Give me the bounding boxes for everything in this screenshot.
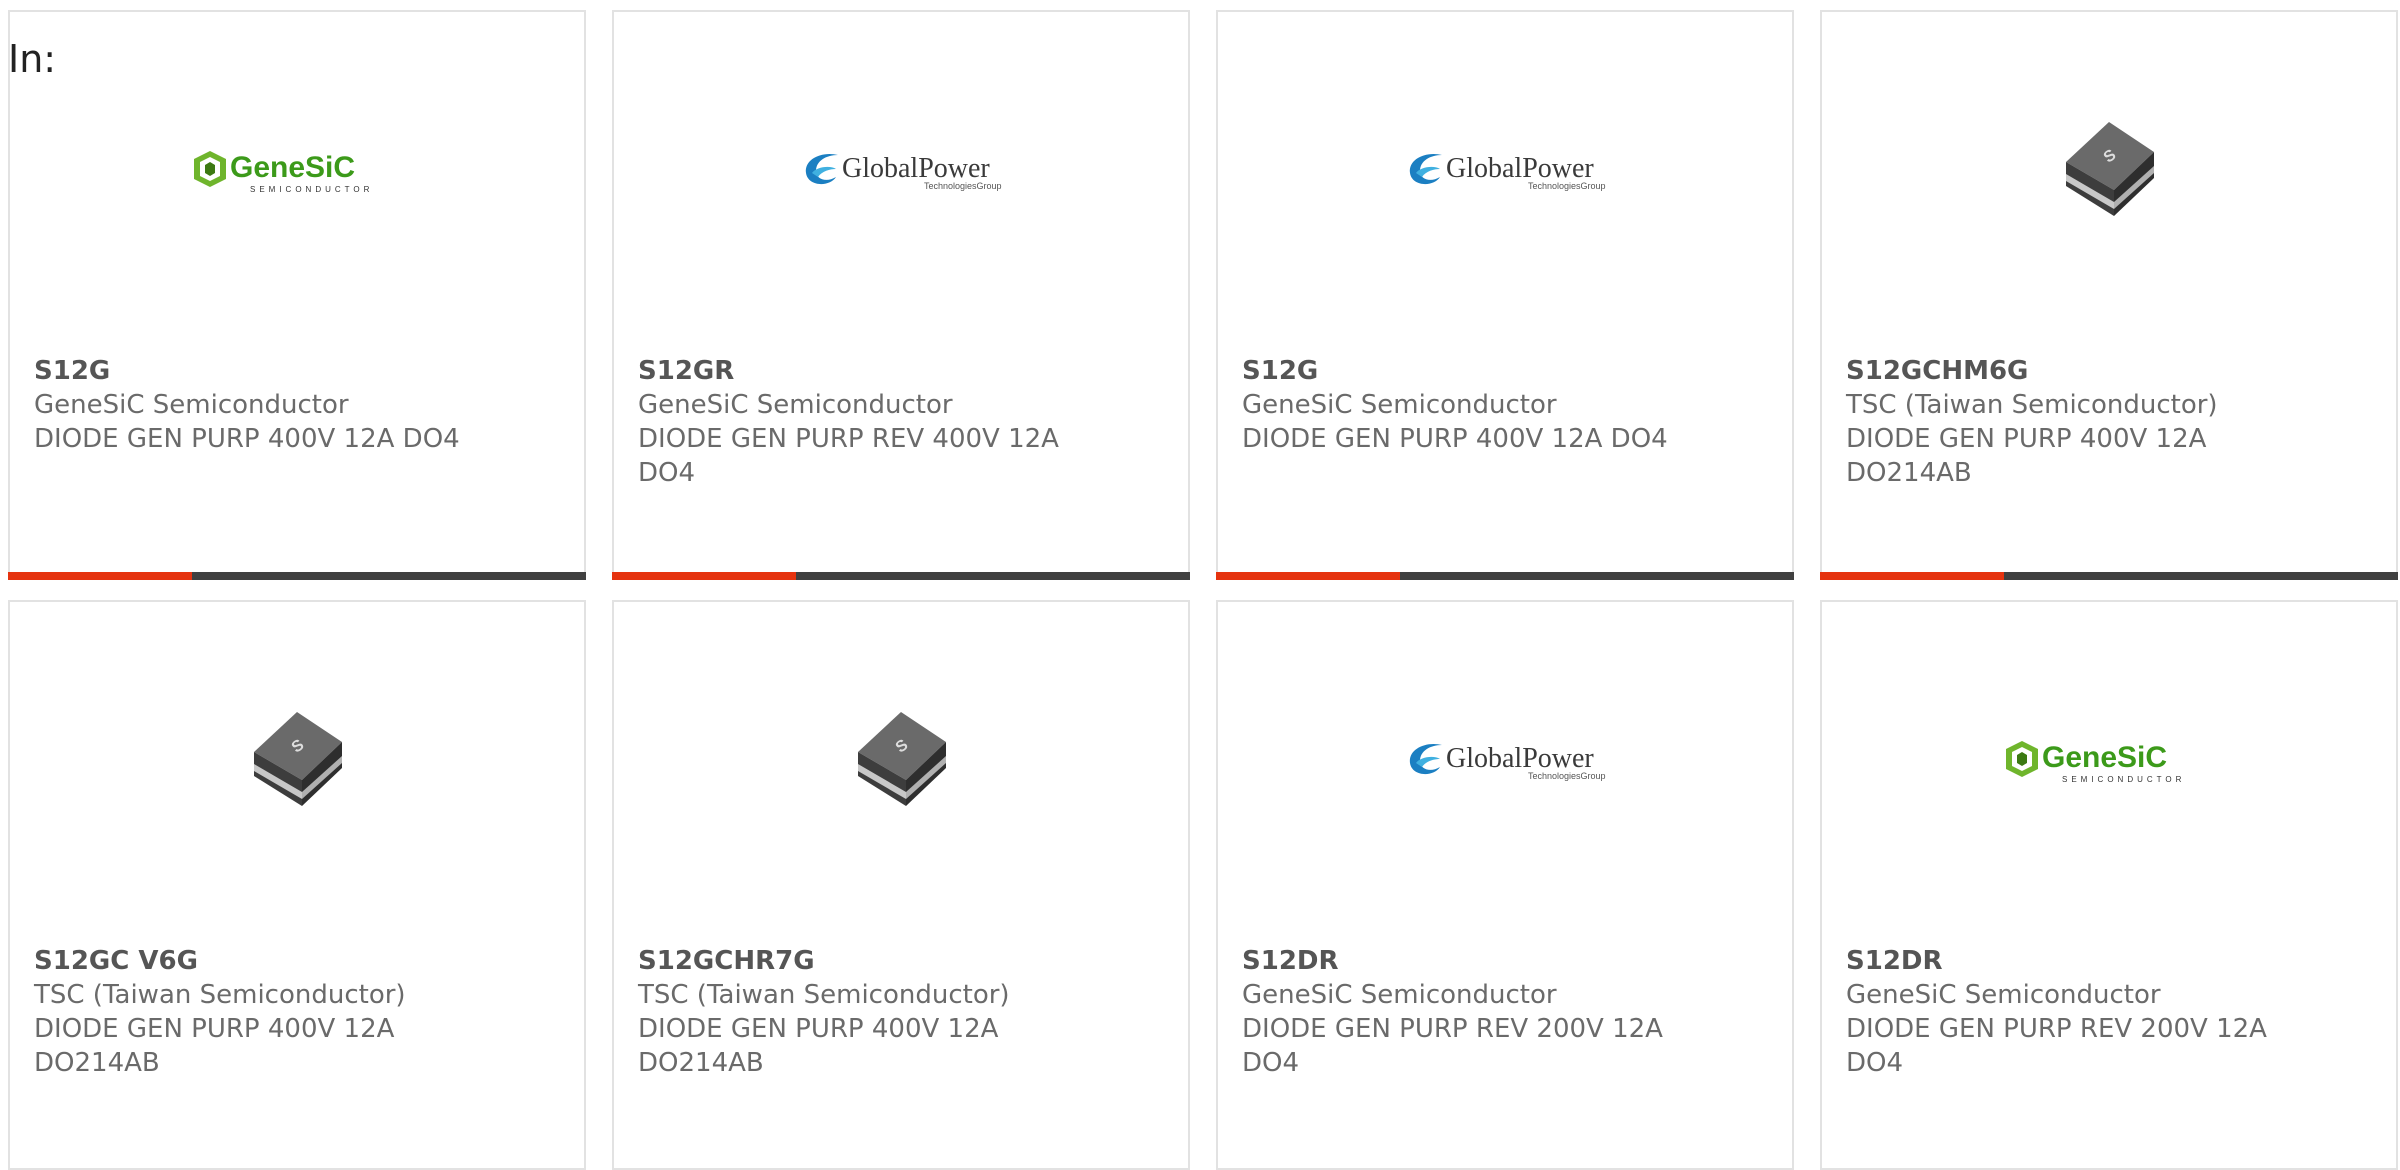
- product-image[interactable]: GeneSiC SEMICONDUCTOR: [10, 112, 584, 232]
- svg-text:GlobalPower: GlobalPower: [1446, 153, 1594, 184]
- diode-package-icon: S: [254, 712, 342, 806]
- product-description: DIODE GEN PURP 400V 12A DO214AB: [638, 1014, 999, 1078]
- manufacturer-name: TSC (Taiwan Semiconductor): [1846, 390, 2218, 420]
- card-accent-bar: [1216, 572, 1400, 580]
- svg-text:GeneSiC: GeneSiC: [230, 151, 355, 184]
- product-image[interactable]: S: [1822, 112, 2396, 232]
- svg-text:GeneSiC: GeneSiC: [2042, 741, 2167, 774]
- manufacturer-name: GeneSiC Semiconductor: [1242, 980, 1557, 1010]
- product-image[interactable]: GlobalPower TechnologiesGroup: [614, 112, 1188, 232]
- product-card[interactable]: GlobalPower TechnologiesGroup S12DR Gene…: [1216, 600, 1794, 1170]
- product-image[interactable]: S: [614, 702, 1188, 822]
- product-description: DIODE GEN PURP REV 200V 12A DO4: [1846, 1014, 2267, 1078]
- svg-text:TechnologiesGroup: TechnologiesGroup: [1528, 181, 1606, 191]
- card-bottom-bar: [8, 572, 586, 580]
- part-number-link[interactable]: S12DR: [1242, 944, 1672, 978]
- product-card[interactable]: S S12GC V6G TSC (Taiwan Semiconductor) D…: [8, 600, 586, 1170]
- product-card[interactable]: GlobalPower TechnologiesGroup S12G GeneS…: [1216, 10, 1794, 580]
- product-description: DIODE GEN PURP 400V 12A DO214AB: [34, 1014, 395, 1078]
- svg-text:TechnologiesGroup: TechnologiesGroup: [924, 181, 1002, 191]
- product-card[interactable]: GeneSiC SEMICONDUCTOR S12G GeneSiC Semic…: [8, 10, 586, 580]
- card-bottom-bar: [612, 572, 1190, 580]
- svg-text:SEMICONDUCTOR: SEMICONDUCTOR: [250, 185, 373, 194]
- globalpower-logo-icon: GlobalPower TechnologiesGroup: [805, 153, 1002, 191]
- card-accent-bar: [1820, 572, 2004, 580]
- product-card[interactable]: GeneSiC SEMICONDUCTOR S12DR GeneSiC Semi…: [1820, 600, 2398, 1170]
- manufacturer-name: TSC (Taiwan Semiconductor): [638, 980, 1010, 1010]
- part-number-link[interactable]: S12G: [34, 354, 464, 388]
- diode-package-icon: S: [858, 712, 946, 806]
- product-description: DIODE GEN PURP REV 200V 12A DO4: [1242, 1014, 1663, 1078]
- product-image[interactable]: S: [10, 702, 584, 822]
- card-accent-bar: [612, 572, 796, 580]
- product-card[interactable]: S S12GCHM6G TSC (Taiwan Semiconductor) D…: [1820, 10, 2398, 580]
- svg-text:GlobalPower: GlobalPower: [842, 153, 990, 184]
- diode-package-icon: S: [2066, 122, 2154, 216]
- part-number-link[interactable]: S12GR: [638, 354, 1068, 388]
- product-image[interactable]: GlobalPower TechnologiesGroup: [1218, 112, 1792, 232]
- manufacturer-name: TSC (Taiwan Semiconductor): [34, 980, 406, 1010]
- manufacturer-name: GeneSiC Semiconductor: [1846, 980, 2161, 1010]
- product-card[interactable]: GlobalPower TechnologiesGroup S12GR Gene…: [612, 10, 1190, 580]
- product-image[interactable]: GeneSiC SEMICONDUCTOR: [1822, 702, 2396, 822]
- manufacturer-name: GeneSiC Semiconductor: [1242, 390, 1557, 420]
- product-description: DIODE GEN PURP 400V 12A DO4: [34, 424, 460, 454]
- product-description: DIODE GEN PURP 400V 12A DO214AB: [1846, 424, 2207, 488]
- card-accent-bar: [8, 572, 192, 580]
- results-prefix-label: In:: [8, 37, 57, 81]
- part-number-link[interactable]: S12GCHR7G: [638, 944, 1068, 978]
- genesic-logo-icon: GeneSiC SEMICONDUCTOR: [194, 151, 373, 194]
- manufacturer-name: GeneSiC Semiconductor: [638, 390, 953, 420]
- manufacturer-name: GeneSiC Semiconductor: [34, 390, 349, 420]
- genesic-logo-icon: GeneSiC SEMICONDUCTOR: [2006, 741, 2185, 784]
- part-number-link[interactable]: S12DR: [1846, 944, 2276, 978]
- product-card[interactable]: S S12GCHR7G TSC (Taiwan Semiconductor) D…: [612, 600, 1190, 1170]
- product-description: DIODE GEN PURP 400V 12A DO4: [1242, 424, 1668, 454]
- product-image[interactable]: GlobalPower TechnologiesGroup: [1218, 702, 1792, 822]
- card-bottom-bar: [1820, 572, 2398, 580]
- card-bottom-bar: [1216, 572, 1794, 580]
- globalpower-logo-icon: GlobalPower TechnologiesGroup: [1409, 743, 1606, 781]
- part-number-link[interactable]: S12G: [1242, 354, 1672, 388]
- svg-text:GlobalPower: GlobalPower: [1446, 743, 1594, 774]
- part-number-link[interactable]: S12GCHM6G: [1846, 354, 2276, 388]
- part-number-link[interactable]: S12GC V6G: [34, 944, 464, 978]
- svg-text:SEMICONDUCTOR: SEMICONDUCTOR: [2062, 775, 2185, 784]
- globalpower-logo-icon: GlobalPower TechnologiesGroup: [1409, 153, 1606, 191]
- product-description: DIODE GEN PURP REV 400V 12A DO4: [638, 424, 1059, 488]
- svg-text:TechnologiesGroup: TechnologiesGroup: [1528, 771, 1606, 781]
